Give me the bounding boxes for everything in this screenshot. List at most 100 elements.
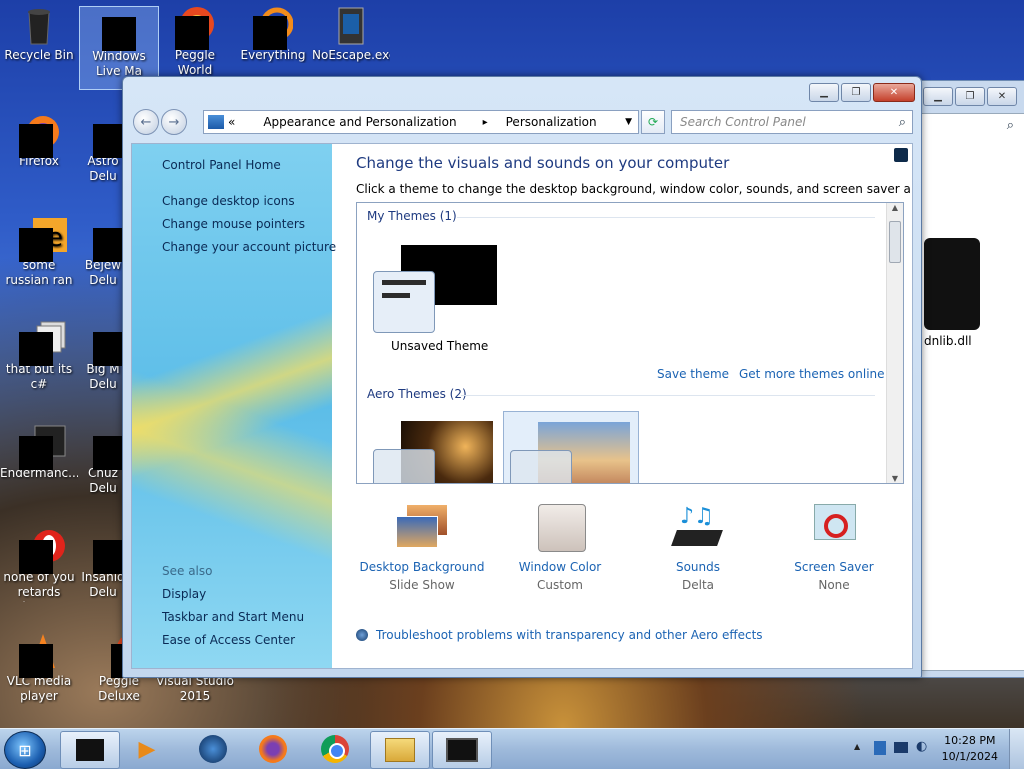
desktop-background-label[interactable]: Desktop Background bbox=[352, 560, 492, 574]
background-explorer-window[interactable]: ▁ ❐ ✕ ⌕ dnlib.dll bbox=[910, 80, 1024, 678]
breadcrumb-appearance[interactable]: Appearance and Personalization bbox=[263, 115, 456, 129]
search-input[interactable]: Search Control Panel bbox=[672, 115, 899, 129]
taskbar-app-chrome[interactable] bbox=[306, 731, 364, 767]
address-bar[interactable]: « Appearance and Personalization ▸ Perso… bbox=[203, 110, 639, 134]
desktop-icon-chuzzle[interactable]: Chuz Delu bbox=[80, 424, 127, 496]
vlc-icon bbox=[19, 632, 59, 678]
window-color-setting[interactable]: Window Color Custom bbox=[490, 504, 630, 592]
opera-icon bbox=[19, 528, 65, 574]
scroll-up-arrow-icon[interactable]: ▲ bbox=[887, 203, 903, 212]
recycle-bin-icon bbox=[19, 6, 59, 46]
desktop-icon-peggle-world[interactable]: Peggle World bbox=[156, 6, 234, 78]
link-change-mouse-pointers[interactable]: Change mouse pointers bbox=[162, 217, 305, 231]
close-button[interactable]: ✕ bbox=[987, 87, 1017, 106]
sounds-label[interactable]: Sounds bbox=[628, 560, 768, 574]
save-theme-link[interactable]: Save theme bbox=[657, 367, 729, 381]
refresh-icon: ⟳ bbox=[647, 115, 659, 129]
theme-list[interactable]: My Themes (1) Unsaved Theme Save theme G… bbox=[356, 202, 904, 484]
theme-aero-1[interactable] bbox=[371, 415, 501, 483]
desktop-icon-insaniquarium[interactable]: Insaniq Delu bbox=[80, 528, 127, 600]
link-change-account-picture[interactable]: Change your account picture bbox=[162, 240, 336, 254]
troubleshoot-row[interactable]: Troubleshoot problems with transparency … bbox=[356, 628, 763, 642]
clock[interactable]: 10:28 PM 10/1/2024 bbox=[942, 733, 998, 765]
sounds-setting[interactable]: ♪♫ Sounds Delta bbox=[628, 504, 768, 592]
maximize-button[interactable]: ❐ bbox=[841, 83, 871, 102]
maximize-button[interactable]: ❐ bbox=[955, 87, 985, 106]
close-button[interactable]: ✕ bbox=[873, 83, 915, 102]
taskbar-app-explorer[interactable] bbox=[370, 731, 430, 769]
personalization-window[interactable]: ▁ ❐ ✕ ← → « Appearance and Personalizati… bbox=[122, 76, 922, 678]
volume-icon[interactable]: ◐ bbox=[916, 739, 927, 754]
page-title: Change the visuals and sounds on your co… bbox=[356, 154, 730, 172]
screen-saver-label[interactable]: Screen Saver bbox=[764, 560, 904, 574]
link-change-desktop-icons[interactable]: Change desktop icons bbox=[162, 194, 295, 208]
everything-icon bbox=[253, 6, 294, 50]
background-window-caption-buttons: ▁ ❐ ✕ bbox=[923, 87, 1017, 106]
theme-preview-window bbox=[510, 450, 572, 483]
taskbar-app-terminal[interactable] bbox=[60, 731, 120, 769]
start-button[interactable]: ⊞ bbox=[4, 731, 46, 769]
breadcrumb-personalization[interactable]: Personalization bbox=[506, 115, 597, 129]
chuzzle-icon bbox=[83, 424, 127, 470]
bejeweled-icon bbox=[83, 216, 127, 262]
desktop-icon-astro[interactable]: Astro Delu bbox=[80, 112, 127, 184]
desktop-icon-bejeweled[interactable]: Bejew Delu bbox=[80, 216, 127, 288]
scroll-down-arrow-icon[interactable]: ▼ bbox=[887, 474, 903, 483]
desktop-icon-russian-rat[interactable]: e some russian ran a rat bbox=[0, 216, 78, 290]
back-button[interactable]: ← bbox=[133, 109, 159, 135]
taskbar-app-globe[interactable] bbox=[184, 731, 242, 767]
desktop-icon-firefox[interactable]: Firefox bbox=[0, 112, 78, 169]
desktop-icon-everything[interactable]: Everything bbox=[234, 6, 312, 63]
window-color-label[interactable]: Window Color bbox=[490, 560, 630, 574]
help-icon[interactable] bbox=[894, 148, 908, 162]
link-display[interactable]: Display bbox=[162, 587, 206, 601]
desktop-icon-none-of-you[interactable]: none of you retards kno... bbox=[0, 528, 78, 602]
dll-file-icon[interactable] bbox=[924, 238, 980, 330]
theme-aero-2[interactable] bbox=[503, 411, 639, 483]
theme-list-scrollbar[interactable]: ▲ ▼ bbox=[886, 203, 903, 483]
preview-bar bbox=[382, 293, 410, 298]
desktop-icon-big-money[interactable]: Big M Delu bbox=[80, 320, 127, 392]
window-content: Control Panel Home Change desktop icons … bbox=[131, 143, 913, 669]
link-taskbar-start-menu[interactable]: Taskbar and Start Menu bbox=[162, 610, 304, 624]
address-dropdown-icon[interactable]: ▼ bbox=[625, 117, 632, 127]
taskbar-app-firefox[interactable] bbox=[244, 731, 302, 767]
taskbar-app-control-panel[interactable] bbox=[432, 731, 492, 769]
breadcrumb-separator[interactable]: ▸ bbox=[483, 117, 488, 128]
desktop-icon-recycle-bin[interactable]: Recycle Bin bbox=[0, 6, 78, 63]
desktop-icon-that-but-its-csharp[interactable]: that but its c# bbox=[0, 320, 78, 392]
scrollbar-thumb[interactable] bbox=[889, 221, 901, 263]
tray-overflow-icon[interactable]: ▲ bbox=[854, 742, 860, 751]
minimize-button[interactable]: ▁ bbox=[923, 87, 953, 106]
sounds-icon: ♪♫ bbox=[670, 504, 726, 552]
link-control-panel-home[interactable]: Control Panel Home bbox=[162, 158, 281, 172]
forward-button[interactable]: → bbox=[161, 109, 187, 135]
search-icon[interactable]: ⌕ bbox=[899, 115, 906, 130]
chrome-icon bbox=[321, 735, 349, 763]
desktop-icon-endermanch[interactable]: Endermanc... bbox=[0, 424, 78, 481]
desktop-background-setting[interactable]: Desktop Background Slide Show bbox=[352, 504, 492, 592]
taskbar-app-media-player[interactable]: ▶ bbox=[118, 731, 176, 767]
screen-saver-icon bbox=[806, 504, 862, 552]
link-ease-of-access[interactable]: Ease of Access Center bbox=[162, 633, 295, 647]
desktop-background-icon bbox=[394, 504, 450, 552]
search-box[interactable]: Search Control Panel ⌕ bbox=[671, 110, 913, 134]
monitor-icon[interactable] bbox=[894, 742, 908, 753]
search-icon[interactable]: ⌕ bbox=[1007, 118, 1014, 133]
network-icon[interactable] bbox=[874, 741, 886, 755]
clock-time: 10:28 PM bbox=[944, 734, 996, 747]
refresh-button[interactable]: ⟳ bbox=[641, 110, 665, 134]
troubleshoot-link[interactable]: Troubleshoot problems with transparency … bbox=[376, 628, 763, 642]
screen-saver-setting[interactable]: Screen Saver None bbox=[764, 504, 904, 592]
breadcrumb-overflow[interactable]: « bbox=[228, 115, 235, 129]
get-more-themes-link[interactable]: Get more themes online bbox=[739, 367, 885, 381]
group-divider bbox=[461, 395, 875, 396]
troubleshoot-icon bbox=[356, 629, 368, 641]
desktop-icon-vlc[interactable]: VLC media player bbox=[0, 632, 78, 704]
show-desktop-button[interactable] bbox=[1009, 729, 1024, 769]
firefox-icon bbox=[19, 112, 59, 158]
system-tray: ▲ ◐ 10:28 PM 10/1/2024 bbox=[834, 729, 1024, 769]
desktop-icon-noescape[interactable]: NoEscape.exe bbox=[312, 6, 390, 63]
minimize-button[interactable]: ▁ bbox=[809, 83, 839, 102]
theme-unsaved[interactable]: Unsaved Theme bbox=[371, 241, 501, 357]
